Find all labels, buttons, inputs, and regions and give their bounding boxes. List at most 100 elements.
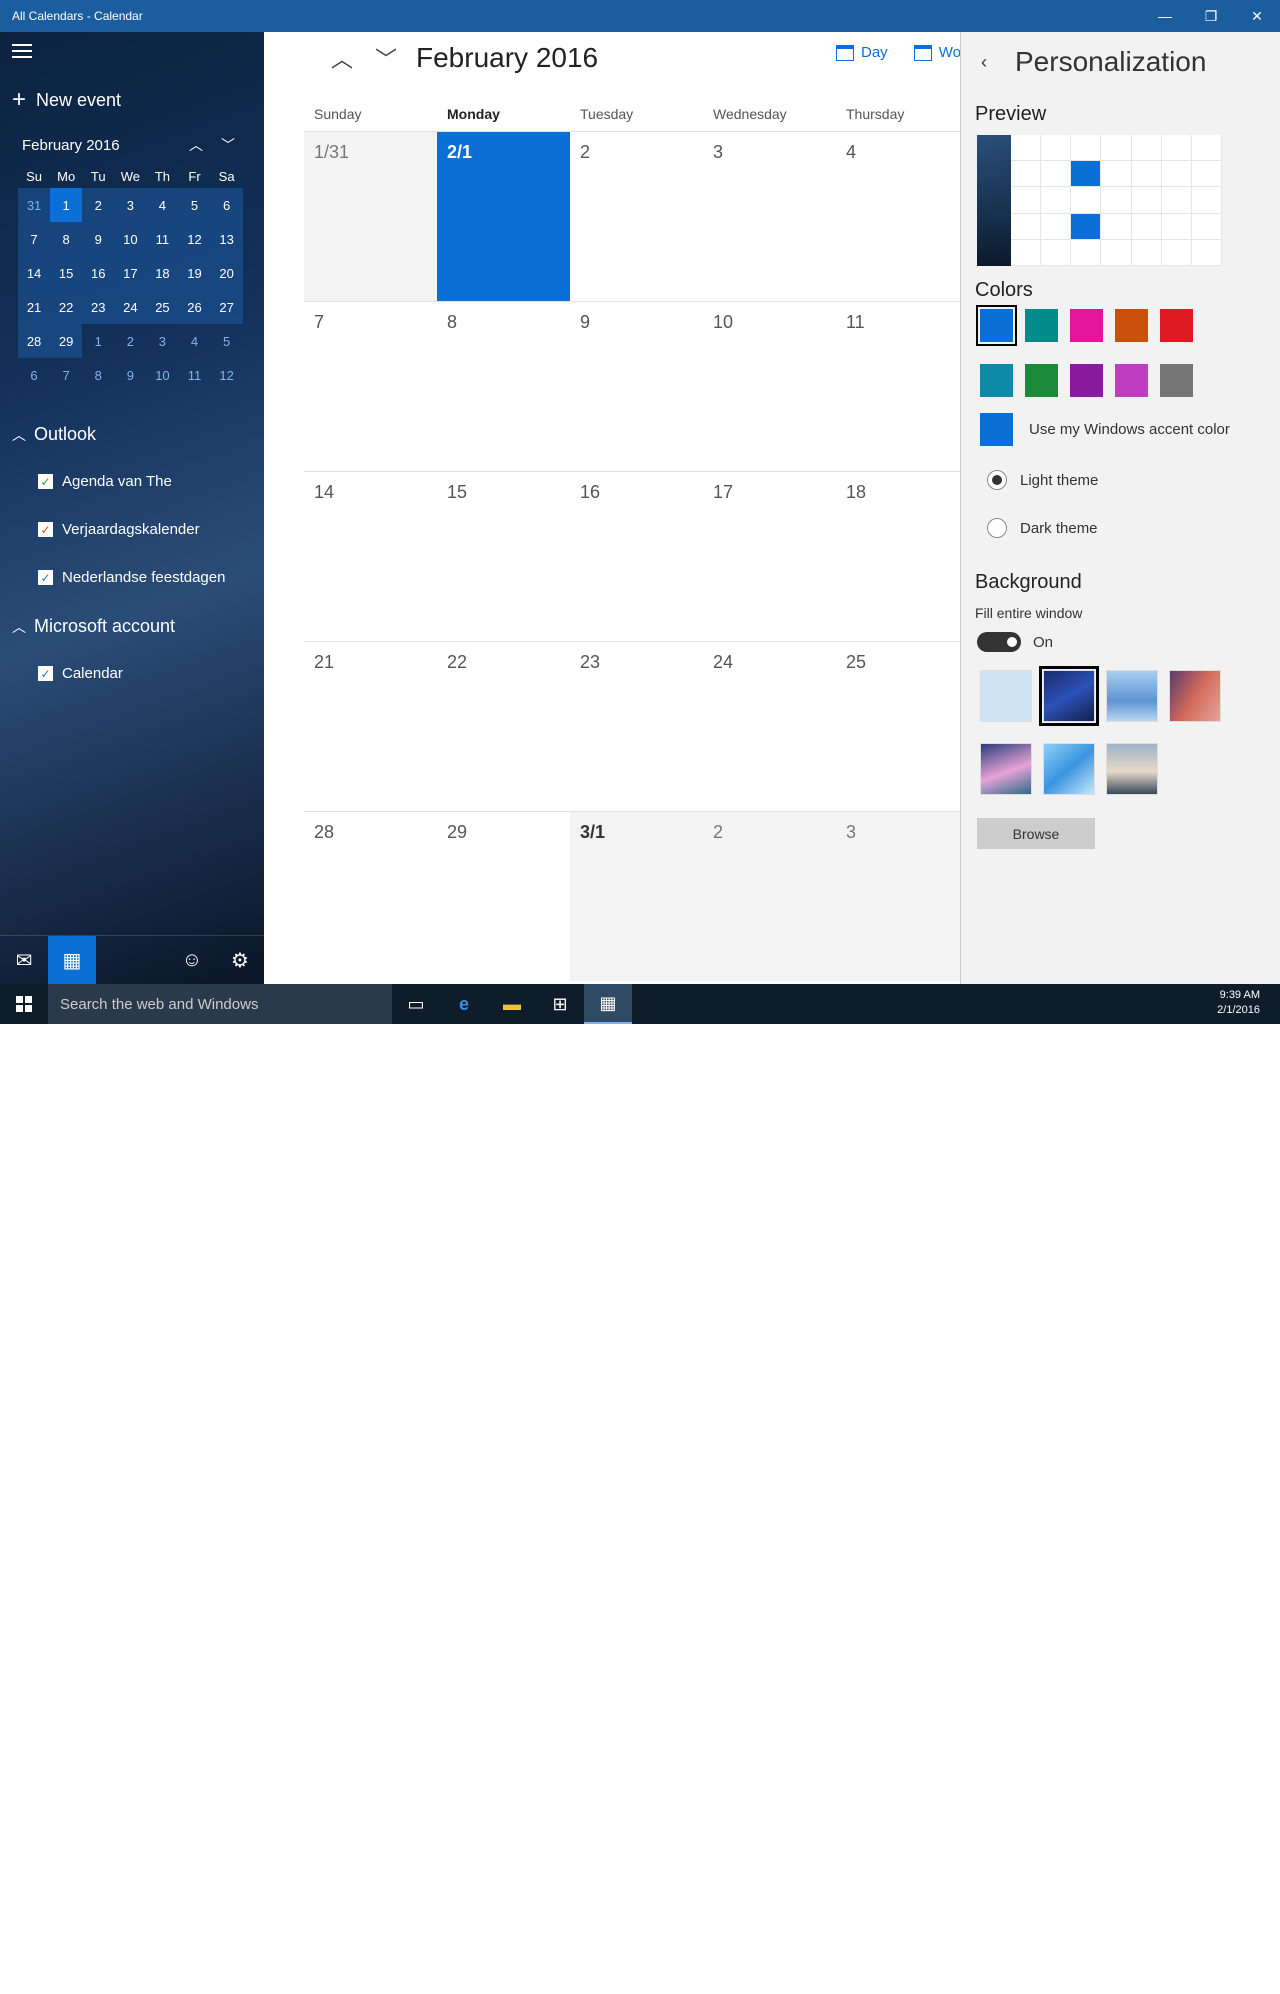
calendar-app-icon[interactable]: ▦ [584,984,632,1024]
mini-day-cell[interactable]: 15 [50,256,83,290]
checkbox-icon[interactable]: ✓ [38,666,53,681]
start-button[interactable] [0,984,48,1024]
mini-day-cell[interactable]: 7 [50,358,82,392]
background-thumb-stars[interactable] [1039,666,1099,726]
day-cell[interactable]: 10 [703,302,836,471]
mini-day-cell[interactable]: 12 [211,358,243,392]
day-cell[interactable]: 11 [836,302,960,471]
color-swatch[interactable] [980,364,1013,397]
next-month-icon[interactable]: ﹀ [364,42,408,74]
background-thumb-polygons[interactable] [1043,743,1095,795]
calendar-icon[interactable]: ▦ [48,936,96,984]
background-thumb-hills[interactable] [980,743,1032,795]
calendar-item-agenda[interactable]: ✓ Agenda van The [38,473,172,490]
mini-day-cell[interactable]: 9 [82,222,115,256]
mini-day-cell[interactable]: 1 [50,188,83,222]
mini-day-cell[interactable]: 16 [82,256,115,290]
mini-day-cell[interactable]: 5 [211,324,243,358]
mini-day-cell[interactable]: 8 [50,222,83,256]
day-cell[interactable]: 25 [836,642,960,811]
color-swatch[interactable] [1070,309,1103,342]
hamburger-menu-icon[interactable] [12,44,34,60]
checkbox-icon[interactable]: ✓ [38,474,53,489]
day-cell[interactable]: 15 [437,472,570,641]
light-theme-radio[interactable]: Light theme [987,470,1098,490]
checkbox-icon[interactable]: ✓ [38,570,53,585]
day-cell[interactable]: 28 [304,812,437,981]
mini-day-cell[interactable]: 22 [50,290,83,324]
radio-selected-icon[interactable] [987,470,1007,490]
store-icon[interactable]: ⊞ [536,984,584,1024]
browse-button[interactable]: Browse [977,818,1095,849]
mini-day-cell[interactable]: 14 [18,256,51,290]
background-thumb-tree[interactable] [1106,670,1158,722]
mini-day-cell[interactable]: 9 [114,358,146,392]
calendar-item-feestdagen[interactable]: ✓ Nederlandse feestdagen [38,569,225,586]
mini-day-cell[interactable]: 5 [178,188,211,222]
edge-browser-icon[interactable]: e [440,984,488,1024]
day-cell[interactable]: 17 [703,472,836,641]
mini-day-cell[interactable]: 6 [210,188,243,222]
back-arrow-icon[interactable]: ‹ [981,52,987,73]
system-clock[interactable]: 9:39 AM 2/1/2016 [1217,988,1260,1018]
mini-day-cell[interactable]: 26 [178,290,211,324]
mini-day-cell[interactable]: 19 [178,256,211,290]
day-cell[interactable]: 22 [437,642,570,811]
day-cell[interactable]: 14 [304,472,437,641]
new-event-button[interactable]: + New event [12,86,121,114]
mini-day-cell[interactable]: 24 [114,290,147,324]
background-thumb-sunset[interactable] [1106,743,1158,795]
mini-day-cell[interactable]: 20 [210,256,243,290]
calendar-item-verjaardag[interactable]: ✓ Verjaardagskalender [38,521,200,538]
day-cell[interactable]: 4 [836,132,960,301]
mini-day-cell[interactable]: 4 [146,188,179,222]
feedback-smiley-icon[interactable]: ☺ [168,936,216,984]
section-outlook[interactable]: ︿ Outlook [12,424,96,445]
mini-day-cell[interactable]: 27 [210,290,243,324]
mini-day-cell[interactable]: 3 [146,324,178,358]
radio-unselected-icon[interactable] [987,518,1007,538]
day-cell[interactable]: 2/1 [437,132,570,301]
color-swatch[interactable] [1025,364,1058,397]
day-cell[interactable]: 1/31 [304,132,437,301]
background-thumb-canyon[interactable] [1169,670,1221,722]
mini-day-cell[interactable]: 12 [178,222,211,256]
day-cell[interactable]: 2 [570,132,703,301]
mini-day-cell[interactable]: 2 [114,324,146,358]
color-swatch[interactable] [1070,364,1103,397]
day-cell[interactable]: 3/1 [570,812,703,981]
day-cell[interactable]: 23 [570,642,703,811]
mail-icon[interactable]: ✉ [0,936,48,984]
mini-day-cell[interactable]: 23 [82,290,115,324]
day-cell[interactable]: 9 [570,302,703,471]
prev-month-icon[interactable]: ︿ [320,42,364,74]
task-view-icon[interactable]: ▭ [392,984,440,1024]
mini-day-cell[interactable]: 29 [50,324,83,358]
day-cell[interactable]: 2 [703,812,836,981]
windows-accent-color-option[interactable]: Use my Windows accent color [980,413,1230,446]
file-explorer-icon[interactable]: ▬ [488,984,536,1024]
day-cell[interactable]: 21 [304,642,437,811]
mini-day-cell[interactable]: 3 [114,188,147,222]
mini-day-cell[interactable]: 6 [18,358,50,392]
mini-day-cell[interactable]: 25 [146,290,179,324]
day-cell[interactable]: 16 [570,472,703,641]
color-swatch[interactable] [1025,309,1058,342]
day-cell[interactable]: 7 [304,302,437,471]
close-button[interactable]: ✕ [1234,0,1280,32]
calendar-item-calendar[interactable]: ✓ Calendar [38,665,123,682]
mini-day-cell[interactable]: 17 [114,256,147,290]
mini-day-cell[interactable]: 4 [178,324,210,358]
mini-day-cell[interactable]: 28 [18,324,51,358]
toggle-switch[interactable] [977,632,1021,652]
fill-window-toggle[interactable]: On [977,632,1053,652]
work-week-view-button[interactable]: Work [913,44,960,61]
mini-day-cell[interactable]: 11 [146,222,179,256]
color-swatch[interactable] [1115,309,1148,342]
minimize-button[interactable]: — [1142,0,1188,32]
day-cell[interactable]: 24 [703,642,836,811]
section-microsoft-account[interactable]: ︿ Microsoft account [12,616,175,637]
settings-gear-icon[interactable]: ⚙ [216,936,264,984]
mini-prev-month-icon[interactable]: ︿ [180,135,212,155]
mini-day-cell[interactable]: 18 [146,256,179,290]
